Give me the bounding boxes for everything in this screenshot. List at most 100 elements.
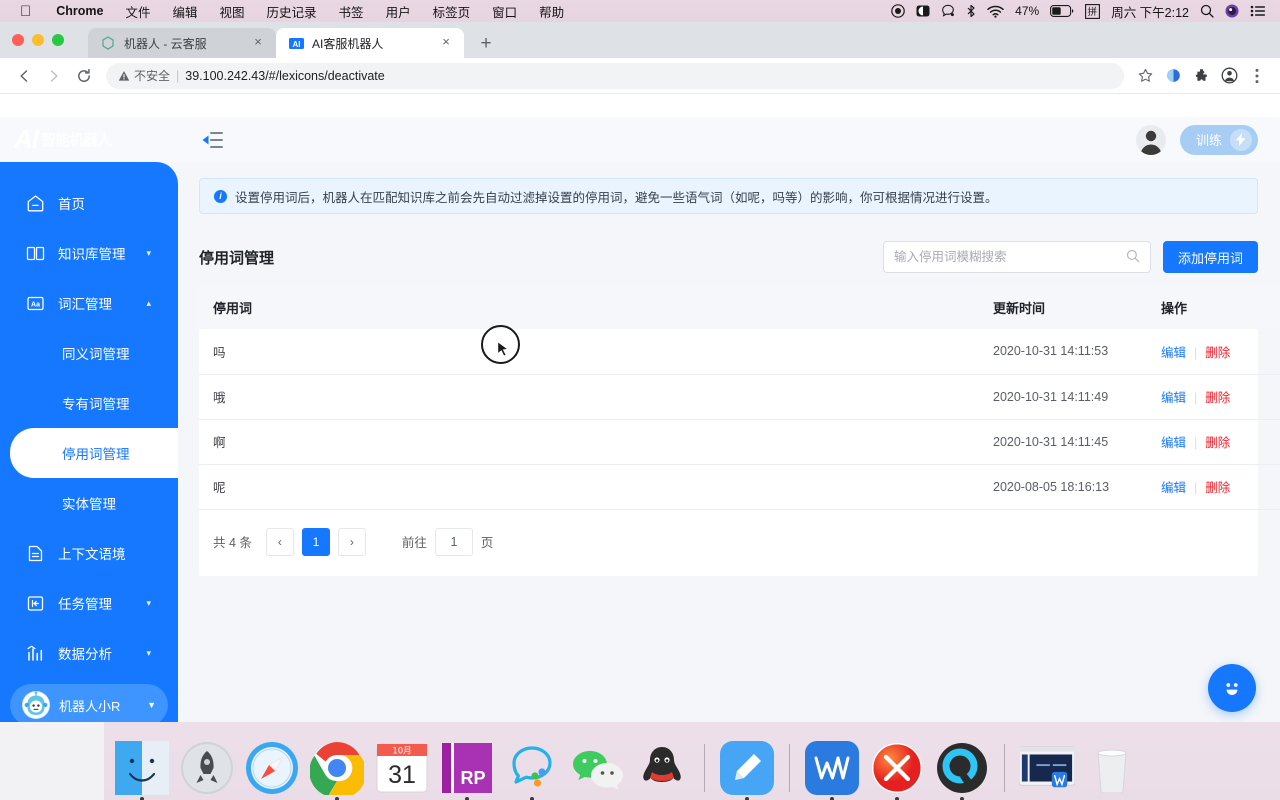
- extension-circle-icon[interactable]: [1160, 63, 1186, 89]
- menu-tab[interactable]: 标签页: [422, 2, 482, 21]
- hexagon-icon: [100, 35, 116, 51]
- display-toggle-icon[interactable]: [916, 4, 930, 18]
- minimize-window-button[interactable]: [32, 34, 44, 46]
- sidebar-item-vocabulary[interactable]: Aa 词汇管理 ▴: [0, 278, 178, 328]
- dock-item-launchpad[interactable]: [179, 740, 235, 796]
- dock-item-axure-rp[interactable]: RP: [439, 740, 495, 800]
- dock-item-safari[interactable]: [244, 740, 300, 796]
- maximize-window-button[interactable]: [52, 34, 64, 46]
- menu-bar-clock[interactable]: 周六 下午2:12: [1111, 2, 1189, 21]
- dock-item-chrome[interactable]: [309, 740, 365, 800]
- dock-item-notes[interactable]: [719, 740, 775, 800]
- dock-item-finder[interactable]: [114, 740, 170, 800]
- app-logo[interactable]: AI 智能机器人: [0, 117, 178, 162]
- add-stopword-button[interactable]: 添加停用词: [1162, 241, 1258, 273]
- pagination-next-button[interactable]: ›: [337, 527, 366, 556]
- menu-bookmarks[interactable]: 书签: [328, 2, 375, 21]
- sidebar-subitem-proper-word-label: 专有词管理: [62, 397, 130, 412]
- dock-item-calendar[interactable]: 10月 31: [374, 740, 430, 796]
- edit-link[interactable]: 编辑: [1161, 436, 1186, 450]
- browser-tab-1-close-icon[interactable]: ×: [250, 35, 266, 51]
- star-icon[interactable]: [1132, 63, 1158, 89]
- edit-link[interactable]: 编辑: [1161, 391, 1186, 405]
- pagination-page-1[interactable]: 1: [301, 527, 330, 556]
- pagination-prev-button[interactable]: ‹: [265, 527, 294, 556]
- table-row[interactable]: 呢 2020-08-05 18:16:13 编辑 | 删除: [199, 464, 1280, 510]
- dock-item-wechat[interactable]: [569, 740, 625, 796]
- sidebar-item-task[interactable]: 任务管理 ▾: [0, 578, 178, 628]
- dock-item-qq-browser[interactable]: [504, 740, 560, 800]
- sidebar-item-vocabulary-label: 词汇管理: [58, 297, 112, 312]
- battery-icon[interactable]: [1050, 5, 1074, 17]
- kebab-menu-icon[interactable]: [1244, 63, 1270, 89]
- table-row[interactable]: 哦 2020-10-31 14:11:49 编辑 | 删除: [199, 374, 1280, 420]
- pagination-jump-input[interactable]: 1: [434, 527, 473, 556]
- apple-icon[interactable]: : [20, 4, 31, 19]
- table-row[interactable]: 吗 2020-10-31 14:11:53 编辑 | 删除: [199, 329, 1280, 375]
- sidebar-subitem-synonym[interactable]: 同义词管理: [0, 328, 178, 378]
- search-box[interactable]: [882, 241, 1151, 273]
- siri-icon[interactable]: [941, 4, 955, 18]
- menu-view[interactable]: 视图: [209, 2, 256, 21]
- cell-actions: 编辑 | 删除: [1147, 374, 1280, 420]
- menu-window[interactable]: 窗口: [481, 2, 528, 21]
- menu-file[interactable]: 文件: [114, 2, 161, 21]
- sidebar-subitem-entity[interactable]: 实体管理: [0, 478, 178, 528]
- security-status[interactable]: 不安全: [118, 67, 170, 84]
- profile-icon[interactable]: [1216, 63, 1242, 89]
- svg-text:AI: AI: [292, 40, 300, 49]
- search-icon[interactable]: [1200, 4, 1214, 18]
- control-center-icon[interactable]: [1250, 5, 1266, 17]
- menu-profiles[interactable]: 用户: [375, 2, 422, 21]
- wifi-icon[interactable]: [987, 5, 1004, 18]
- sidebar-item-knowledge-base-label: 知识库管理: [58, 247, 126, 262]
- sidebar-subitem-proper-word[interactable]: 专有词管理: [0, 378, 178, 428]
- forward-arrow-icon[interactable]: [40, 62, 68, 90]
- user-account-icon[interactable]: [1225, 4, 1239, 18]
- new-tab-button[interactable]: +: [474, 34, 498, 53]
- menu-history[interactable]: 历史记录: [256, 2, 328, 21]
- delete-link[interactable]: 删除: [1205, 346, 1230, 360]
- menu-help[interactable]: 帮助: [528, 2, 575, 21]
- user-avatar-icon[interactable]: [1135, 124, 1166, 155]
- delete-link[interactable]: 删除: [1205, 436, 1230, 450]
- sidebar-subitem-stopword[interactable]: 停用词管理: [10, 428, 178, 478]
- dock-item-wps[interactable]: [804, 740, 860, 800]
- sidebar: 首页 知识库管理 ▾ Aa 词汇管理 ▴ 同义词管理 专有词管理 停用词管理 实…: [0, 162, 178, 744]
- sidebar-item-knowledge-base[interactable]: 知识库管理 ▾: [0, 228, 178, 278]
- bluetooth-icon[interactable]: [966, 4, 976, 18]
- sidebar-item-context[interactable]: 上下文语境: [0, 528, 178, 578]
- dock-item-minimized-window[interactable]: [1019, 740, 1075, 796]
- puzzle-icon[interactable]: [1188, 63, 1214, 89]
- sidebar-item-home[interactable]: 首页: [0, 178, 178, 228]
- browser-tab-2[interactable]: AI AI客服机器人 ×: [276, 28, 464, 58]
- edit-link[interactable]: 编辑: [1161, 346, 1186, 360]
- address-bar[interactable]: 不安全 | 39.100.242.43/#/lexicons/deactivat…: [106, 62, 1124, 89]
- sidebar-collapse-icon[interactable]: [200, 127, 226, 153]
- dock-item-trash[interactable]: [1084, 740, 1140, 796]
- train-button[interactable]: 训练: [1179, 124, 1258, 155]
- search-input[interactable]: [893, 250, 1126, 264]
- back-arrow-icon[interactable]: [10, 62, 38, 90]
- dock-item-qq[interactable]: [634, 740, 690, 796]
- chevron-down-icon[interactable]: ▼: [147, 700, 156, 710]
- edit-link[interactable]: 编辑: [1161, 481, 1186, 495]
- sidebar-item-analytics[interactable]: 数据分析 ▾: [0, 628, 178, 678]
- screen-record-icon[interactable]: [891, 4, 905, 18]
- delete-link[interactable]: 删除: [1205, 391, 1230, 405]
- search-icon[interactable]: [1126, 249, 1140, 266]
- sidebar-user-box[interactable]: 机器人小R ▼: [10, 684, 168, 726]
- close-window-button[interactable]: [12, 34, 24, 46]
- dock-item-quicktime[interactable]: [934, 740, 990, 800]
- browser-tab-2-close-icon[interactable]: ×: [438, 35, 454, 51]
- chat-bubble-smiley-icon[interactable]: [1208, 664, 1256, 712]
- input-method-icon[interactable]: 拼: [1085, 3, 1101, 19]
- menu-edit[interactable]: 编辑: [162, 2, 209, 21]
- dock-item-xmind[interactable]: [869, 740, 925, 800]
- reload-icon[interactable]: [70, 62, 98, 90]
- browser-tab-1[interactable]: 机器人 - 云客服 ×: [88, 28, 276, 58]
- delete-link[interactable]: 删除: [1205, 481, 1230, 495]
- pagination-jump-label: 前往: [401, 536, 427, 550]
- menu-chrome[interactable]: Chrome: [45, 4, 114, 18]
- table-row[interactable]: 啊 2020-10-31 14:11:45 编辑 | 删除: [199, 419, 1280, 465]
